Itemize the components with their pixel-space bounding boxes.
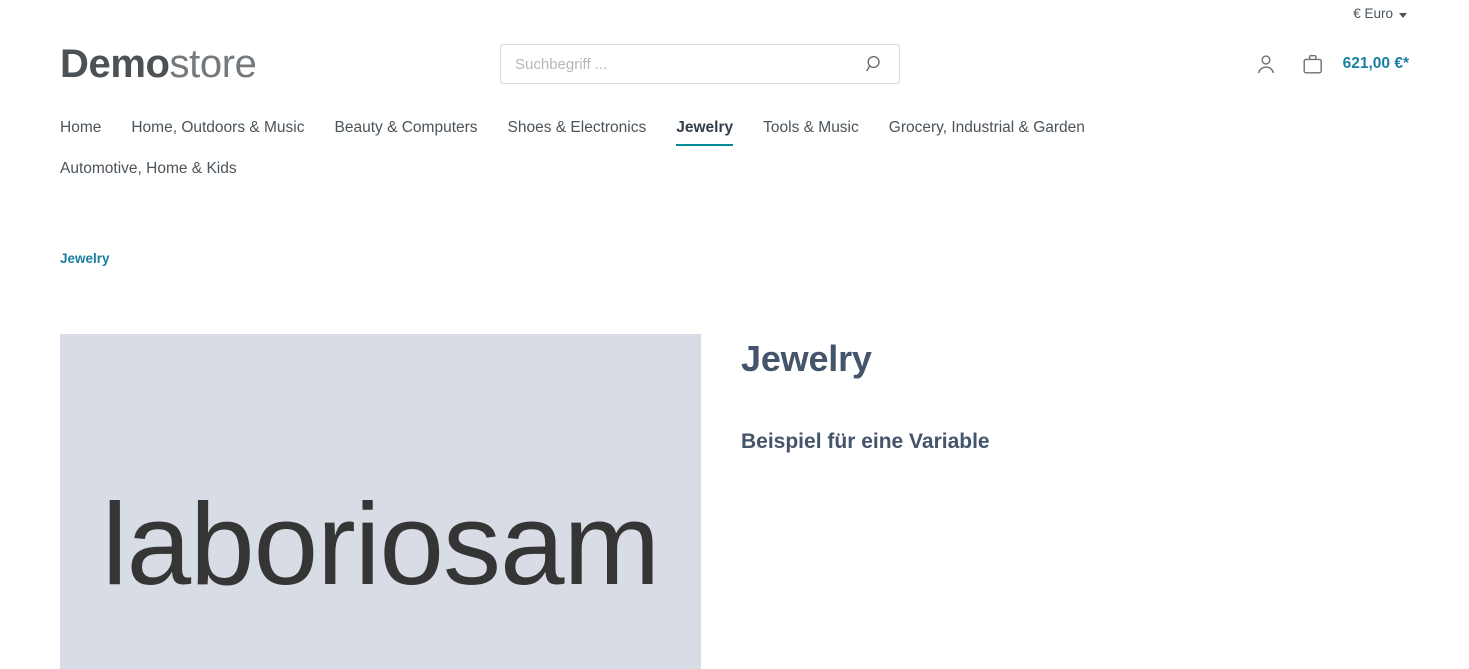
nav-item-jewelry[interactable]: Jewelry	[676, 112, 733, 153]
breadcrumb: Jewelry	[0, 250, 1469, 268]
header-actions: 621,00 €*	[1243, 51, 1409, 77]
nav-item-grocery-industrial-garden[interactable]: Grocery, Industrial & Garden	[889, 112, 1085, 153]
nav-link-label[interactable]: Tools & Music	[763, 118, 859, 139]
logo-bold-text: Demo	[60, 42, 170, 86]
cart-button[interactable]	[1289, 51, 1337, 77]
top-utility-bar: € Euro	[0, 0, 1469, 28]
main-navigation: Home Home, Outdoors & Music Beauty & Com…	[0, 112, 1469, 194]
nav-item-home-outdoors-music[interactable]: Home, Outdoors & Music	[131, 112, 304, 153]
nav-link-label[interactable]: Automotive, Home & Kids	[60, 159, 237, 180]
currency-selector[interactable]: € Euro	[1353, 7, 1407, 21]
nav-link-label[interactable]: Shoes & Electronics	[508, 118, 647, 139]
site-header: Demostore 621,00 €*	[0, 30, 1469, 98]
chevron-down-icon	[1399, 12, 1407, 18]
search-submit-button[interactable]	[856, 44, 894, 84]
breadcrumb-item-jewelry[interactable]: Jewelry	[60, 251, 110, 266]
nav-link-label[interactable]: Jewelry	[676, 118, 733, 139]
search-area	[500, 44, 900, 84]
currency-label: € Euro	[1353, 6, 1393, 22]
nav-list: Home Home, Outdoors & Music Beauty & Com…	[60, 112, 1240, 194]
shopping-bag-icon	[1303, 55, 1322, 74]
nav-link-label[interactable]: Home	[60, 118, 101, 139]
category-media-column: laboriosam	[60, 333, 701, 669]
category-image: laboriosam	[60, 333, 701, 669]
nav-item-beauty-computers[interactable]: Beauty & Computers	[335, 112, 478, 153]
search-icon	[866, 55, 880, 72]
search-input[interactable]	[500, 44, 900, 84]
nav-item-shoes-electronics[interactable]: Shoes & Electronics	[508, 112, 647, 153]
page-title: Jewelry	[741, 337, 872, 379]
site-logo[interactable]: Demostore	[60, 44, 500, 84]
nav-item-home[interactable]: Home	[60, 112, 101, 153]
nav-item-tools-music[interactable]: Tools & Music	[763, 112, 859, 153]
cart-total-amount[interactable]: 621,00 €*	[1343, 55, 1409, 73]
nav-link-label[interactable]: Home, Outdoors & Music	[131, 118, 304, 139]
category-info-column: Jewelry Beispiel für eine Variable	[741, 334, 1409, 455]
category-content: laboriosam Jewelry Beispiel für eine Var…	[0, 333, 1469, 669]
nav-link-label[interactable]: Beauty & Computers	[335, 118, 478, 139]
user-icon	[1257, 55, 1274, 74]
nav-item-automotive-home-kids[interactable]: Automotive, Home & Kids	[60, 153, 237, 194]
nav-link-label[interactable]: Grocery, Industrial & Garden	[889, 118, 1085, 139]
category-image-placeholder-text: laboriosam	[101, 478, 660, 609]
account-button[interactable]	[1243, 52, 1289, 76]
category-subtitle: Beispiel für eine Variable	[741, 430, 990, 454]
search-box	[500, 44, 900, 84]
logo-light-text: store	[169, 42, 257, 86]
